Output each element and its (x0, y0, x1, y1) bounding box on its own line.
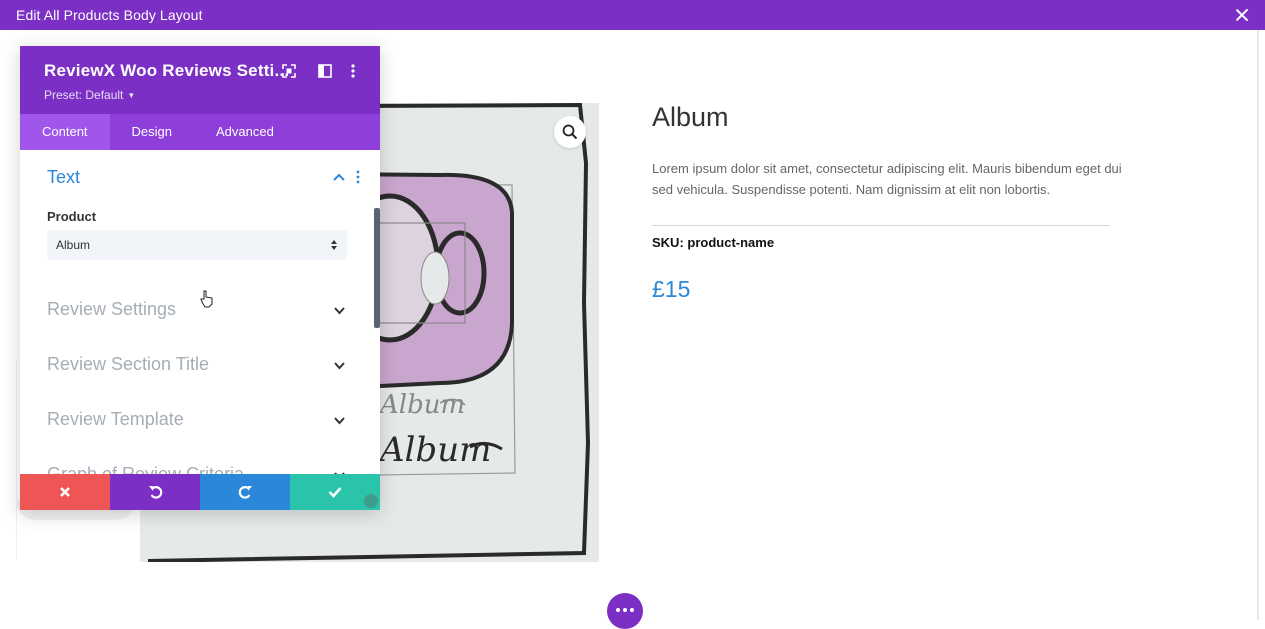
chevron-up-icon[interactable] (332, 172, 346, 182)
redo-icon (238, 486, 252, 499)
product-divider (652, 225, 1110, 226)
sku-label: SKU: (652, 235, 684, 250)
product-title: Album (652, 102, 729, 132)
tab-advanced[interactable]: Advanced (194, 114, 296, 150)
modal-title: ReviewX Woo Reviews Setti... (44, 61, 290, 80)
modal-tabs: Content Design Advanced (20, 114, 380, 150)
section-guide (16, 360, 17, 560)
more-vertical-icon[interactable] (351, 64, 355, 78)
redo-button[interactable] (200, 474, 290, 510)
preset-selector[interactable]: Preset: Default ▼ (44, 88, 135, 102)
chevron-down-icon: ▼ (127, 91, 136, 100)
dot (623, 608, 627, 612)
select-arrows-icon (331, 240, 337, 250)
layout-title: Edit All Products Body Layout (16, 7, 203, 23)
chevron-down-icon (334, 417, 345, 425)
resize-icon[interactable] (364, 494, 378, 508)
product-description: Lorem ipsum dolor sit amet, consectetur … (652, 161, 1122, 197)
modal-footer (20, 474, 380, 510)
tab-content[interactable]: Content (20, 114, 110, 150)
expand-icon[interactable] (282, 64, 296, 78)
toggle-review-template[interactable]: Review Template (20, 401, 380, 441)
dot (616, 608, 620, 612)
close-icon[interactable] (1233, 6, 1251, 24)
modal-scrollbar[interactable] (374, 208, 380, 328)
discard-button[interactable] (20, 474, 110, 510)
module-settings-modal: ReviewX Woo Reviews Setti... Preset: Def… (20, 46, 380, 510)
modal-header[interactable]: ReviewX Woo Reviews Setti... Preset: Def… (20, 46, 380, 114)
top-bar: Edit All Products Body Layout (0, 0, 1265, 30)
image-handwriting-1: Album (378, 390, 465, 420)
toggle-label: Review Settings (47, 299, 177, 319)
chevron-down-icon (334, 307, 345, 315)
dot (630, 608, 634, 612)
section-title-text[interactable]: Text (47, 167, 80, 188)
product-price: £15 (652, 276, 691, 302)
toggle-graph-of-review-criteria[interactable]: Graph of Review Criteria (20, 456, 380, 474)
tab-design[interactable]: Design (110, 114, 194, 150)
product-field-label: Product (47, 209, 97, 224)
undo-icon (148, 486, 162, 499)
more-vertical-icon[interactable] (356, 170, 360, 184)
preset-label: Preset: Default (44, 88, 124, 102)
chevron-down-icon (334, 362, 345, 370)
toggle-label: Review Template (47, 409, 184, 429)
product-select-value: Album (56, 238, 91, 252)
toggle-review-section-title[interactable]: Review Section Title (20, 346, 380, 386)
pointer-cursor-icon (200, 290, 213, 308)
discard-icon (60, 487, 70, 497)
sku-value: product-name (687, 235, 775, 250)
product-sku: SKU: product-name (652, 235, 774, 250)
product-select[interactable]: Album (47, 230, 347, 260)
page-scrollbar[interactable] (1257, 30, 1259, 620)
zoom-button[interactable] (554, 116, 586, 148)
modal-body: Text Product Album Review Settings Revie… (20, 150, 380, 474)
save-button[interactable] (290, 474, 380, 510)
toggle-label: Review Section Title (47, 354, 210, 374)
sidebar-icon[interactable] (318, 64, 332, 78)
image-handwriting-2: Album (377, 430, 491, 470)
more-dots-icon[interactable] (607, 593, 643, 629)
toggle-label: Graph of Review Criteria (47, 464, 245, 474)
undo-button[interactable] (110, 474, 200, 510)
zoom-icon (562, 124, 578, 140)
save-check-icon (328, 487, 342, 498)
